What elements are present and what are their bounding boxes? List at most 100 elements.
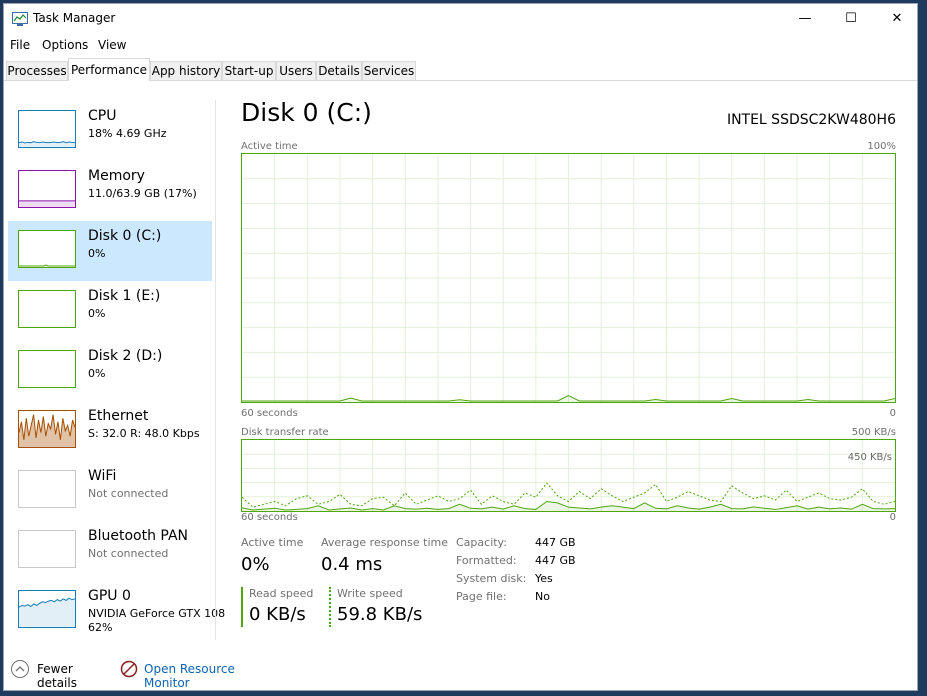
- menu-file[interactable]: File: [10, 38, 30, 52]
- window-title: Task Manager: [33, 11, 116, 25]
- sidebar-item-value: Not connected: [88, 547, 169, 560]
- active-time-graph-max: 100%: [867, 141, 896, 152]
- sidebar-item-gpu-0[interactable]: GPU 0 NVIDIA GeForce GTX 108 62%: [8, 581, 225, 641]
- sidebar-item-value: 0%: [88, 247, 106, 260]
- sidebar-item-value: NVIDIA GeForce GTX 108: [88, 607, 226, 620]
- sidebar-item-label: Memory: [88, 168, 145, 184]
- resource-sidebar: CPU 18% 4.69 GHz Memory 11.0/63.9 GB (17…: [4, 92, 225, 634]
- disk-1-thumbnail-graph: [18, 290, 76, 328]
- menu-view[interactable]: View: [98, 38, 126, 52]
- fewer-details-label: Fewer details: [37, 662, 77, 690]
- tab-performance[interactable]: Performance: [68, 58, 150, 81]
- maximize-button[interactable]: ☐: [828, 4, 874, 34]
- sidebar-divider: [215, 100, 216, 640]
- transfer-rate-x-right: 0: [889, 512, 896, 523]
- sidebar-item-label: WiFi: [88, 468, 117, 484]
- sidebar-item-value: Not connected: [88, 487, 169, 500]
- transfer-rate-graph-max: 500 KB/s: [851, 427, 896, 438]
- write-speed-label: Write speed: [337, 587, 403, 600]
- info-row-page-file: Page file: No: [456, 590, 656, 608]
- tab-processes[interactable]: Processes: [6, 61, 68, 80]
- read-speed-value: 0 KB/s: [249, 604, 306, 625]
- active-time-graph: [241, 153, 896, 403]
- info-value: Yes: [535, 572, 553, 585]
- sidebar-item-label: Bluetooth PAN: [88, 528, 189, 544]
- info-value: 447 GB: [535, 536, 576, 549]
- footer-bar: Fewer details Open Resource Monitor: [4, 654, 917, 690]
- title-bar[interactable]: Task Manager — ☐ ✕: [4, 4, 917, 34]
- disk-model: INTEL SSDSC2KW480H6: [726, 112, 896, 128]
- tab-services[interactable]: Services: [362, 61, 416, 80]
- transfer-rate-x-left: 60 seconds: [241, 512, 298, 523]
- cpu-thumbnail-graph: [18, 110, 76, 148]
- info-value: No: [535, 590, 550, 603]
- info-value: 447 GB: [535, 554, 576, 567]
- thumbnail-svg: [19, 351, 75, 387]
- thumbnail-svg: [19, 531, 75, 567]
- thumbnail-svg: [19, 291, 75, 327]
- sidebar-item-label: Disk 2 (D:): [88, 348, 163, 364]
- active-time-svg: [242, 154, 895, 402]
- info-key: System disk:: [456, 572, 527, 585]
- avg-response-stat-value: 0.4 ms: [321, 554, 383, 575]
- transfer-rate-graph: [241, 439, 896, 512]
- disk-detail-panel: Disk 0 (C:) INTEL SSDSC2KW480H6 Active t…: [234, 92, 904, 642]
- sidebar-item-label: Disk 0 (C:): [88, 228, 162, 244]
- info-key: Formatted:: [456, 554, 517, 567]
- bluetooth-thumbnail-graph: [18, 530, 76, 568]
- thumbnail-svg: [19, 471, 75, 507]
- sidebar-item-value: 11.0/63.9 GB (17%): [88, 187, 197, 200]
- task-manager-window: Task Manager — ☐ ✕ File Options View Pro…: [3, 3, 918, 691]
- info-row-system-disk: System disk: Yes: [456, 572, 656, 590]
- sidebar-item-value: 0%: [88, 307, 106, 320]
- sidebar-item-disk-2[interactable]: Disk 2 (D:) 0%: [8, 341, 212, 401]
- sidebar-item-disk-1[interactable]: Disk 1 (E:) 0%: [8, 281, 212, 341]
- memory-usage-fill: [19, 200, 75, 207]
- thumbnail-line: [19, 264, 75, 267]
- disk-2-thumbnail-graph: [18, 350, 76, 388]
- sidebar-item-label: Disk 1 (E:): [88, 288, 161, 304]
- sidebar-item-cpu[interactable]: CPU 18% 4.69 GHz: [8, 101, 212, 161]
- open-resource-monitor-label: Open Resource Monitor: [144, 662, 235, 690]
- transfer-rate-svg: [242, 440, 895, 511]
- page-title: Disk 0 (C:): [241, 98, 372, 127]
- thumbnail-svg: [19, 597, 75, 627]
- chevron-up-icon: [11, 660, 29, 678]
- sidebar-item-value: 0%: [88, 367, 106, 380]
- info-key: Page file:: [456, 590, 507, 603]
- fewer-details-button[interactable]: Fewer details: [10, 658, 110, 690]
- sidebar-item-ethernet[interactable]: Ethernet S: 32.0 R: 48.0 Kbps: [8, 401, 212, 461]
- tab-details[interactable]: Details: [316, 61, 362, 80]
- thumbnail-svg: [19, 414, 75, 447]
- avg-response-stat-label: Average response time: [321, 536, 448, 549]
- active-time-stat-value: 0%: [241, 554, 270, 575]
- sidebar-item-memory[interactable]: Memory 11.0/63.9 GB (17%): [8, 161, 212, 221]
- sidebar-item-wifi[interactable]: WiFi Not connected: [8, 461, 212, 521]
- menu-options[interactable]: Options: [42, 38, 88, 52]
- active-time-x-left: 60 seconds: [241, 408, 298, 419]
- disk-0-thumbnail-graph: [18, 230, 76, 268]
- close-button[interactable]: ✕: [874, 4, 917, 34]
- thumbnail-line: [19, 141, 75, 144]
- tab-strip: Processes Performance App history Start-…: [4, 58, 917, 81]
- resource-monitor-icon: [120, 660, 138, 678]
- open-resource-monitor-link[interactable]: Open Resource Monitor: [120, 658, 280, 690]
- info-row-formatted: Formatted: 447 GB: [456, 554, 656, 572]
- memory-thumbnail-graph: [18, 170, 76, 208]
- active-time-stat-label: Active time: [241, 536, 304, 549]
- sidebar-item-disk-0[interactable]: Disk 0 (C:) 0%: [8, 221, 212, 281]
- sidebar-item-bluetooth-pan[interactable]: Bluetooth PAN Not connected: [8, 521, 212, 581]
- wifi-thumbnail-graph: [18, 470, 76, 508]
- sidebar-item-label: CPU: [88, 108, 117, 124]
- transfer-rate-graph-label: Disk transfer rate: [241, 427, 329, 438]
- gpu-thumbnail-graph: [18, 590, 76, 628]
- active-time-x-right: 0: [889, 408, 896, 419]
- tab-app-history[interactable]: App history: [150, 61, 222, 80]
- sidebar-item-value-2: 62%: [88, 621, 113, 634]
- thumbnail-area: [19, 598, 75, 627]
- tab-start-up[interactable]: Start-up: [222, 61, 276, 80]
- thumbnail-svg: [19, 141, 75, 147]
- write-speed-indicator: [329, 587, 331, 627]
- minimize-button[interactable]: —: [782, 4, 828, 34]
- tab-users[interactable]: Users: [276, 61, 316, 80]
